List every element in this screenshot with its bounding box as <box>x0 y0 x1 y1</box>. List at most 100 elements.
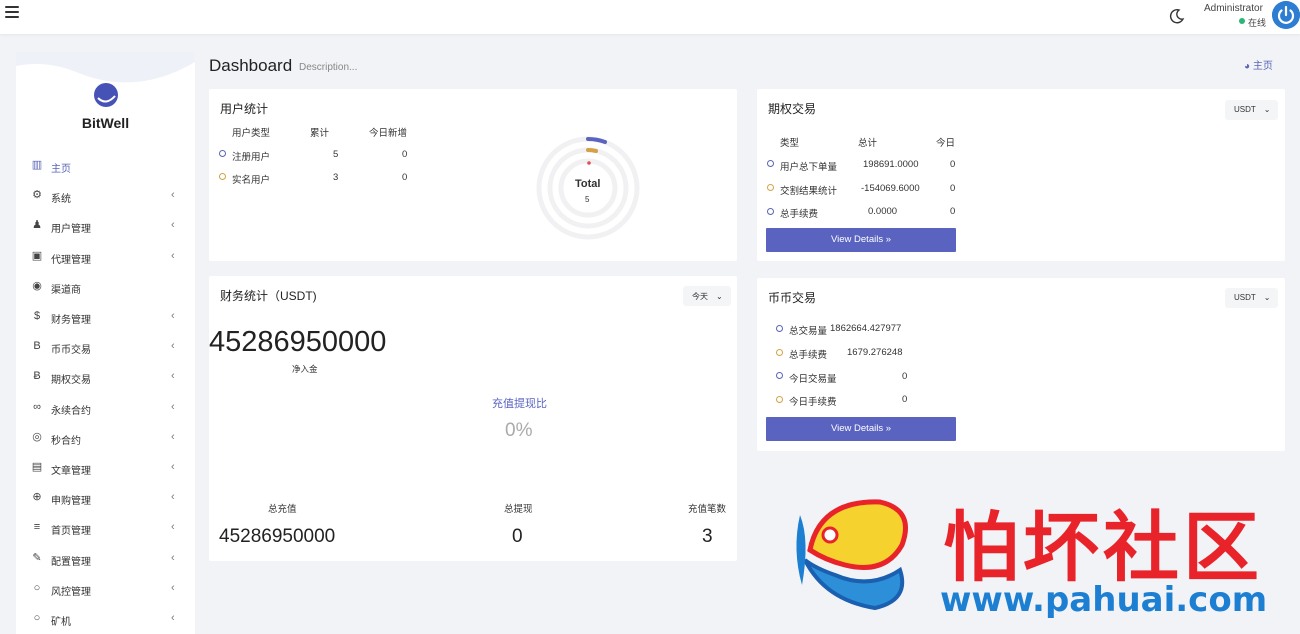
chevron-left-icon: ‹ <box>171 430 175 443</box>
user-tie-icon: ♟ <box>32 219 42 232</box>
legend-ring-icon <box>767 208 774 215</box>
donut-value: 5 <box>585 195 590 204</box>
chevron-left-icon: ‹ <box>171 491 175 504</box>
chevron-left-icon: ‹ <box>171 310 175 322</box>
currency-select[interactable]: USDT ⌄ <box>1225 100 1279 120</box>
life-ring-icon: ⊕ <box>32 491 42 504</box>
period-value: 今天 <box>692 292 708 301</box>
column-header: 今日 <box>936 138 956 149</box>
sidebar-item-label: 风控管理 <box>51 586 91 598</box>
option-type-label: 总手续费 <box>780 209 819 220</box>
online-status-dot <box>1239 18 1245 24</box>
watermark-fish-logo <box>796 499 908 611</box>
finance-title: 财务统计（USDT) <box>220 289 317 303</box>
view-details-button[interactable]: View Details » <box>766 228 956 252</box>
sidebar-item[interactable]: ▥ 主页 <box>16 152 195 180</box>
column-header: 用户类型 <box>232 128 271 139</box>
sidebar-item[interactable]: $ 财务管理 ‹ <box>16 303 195 331</box>
bitcoin-icon: B <box>33 340 41 353</box>
chevron-down-icon: ⌄ <box>1263 105 1271 114</box>
currency-select[interactable]: USDT ⌄ <box>1225 288 1279 308</box>
sidebar-item[interactable]: ∞ 永续合约 ‹ <box>16 394 195 422</box>
admin-name[interactable]: Administrator <box>1204 3 1263 14</box>
list-icon: ≡ <box>33 521 41 534</box>
chevron-left-icon: ‹ <box>171 189 175 202</box>
chevron-left-icon: ‹ <box>171 551 175 564</box>
sidebar-item[interactable]: ◉ 渠道商 <box>16 273 195 301</box>
sidebar-item[interactable]: ○ 矿机 ‹ <box>16 605 195 633</box>
top-bar: Administrator 在线 <box>0 0 1300 34</box>
option-total-value: -154069.6000 <box>861 183 920 194</box>
gear-icon: ⚙ <box>32 189 42 202</box>
user-total-value: 3 <box>333 172 339 183</box>
total-label: 总充值 <box>268 504 297 515</box>
total-label: 充值笔数 <box>688 504 727 515</box>
dollar-icon: $ <box>33 310 41 322</box>
net-inflow-label: 净入金 <box>292 364 318 374</box>
sidebar-item[interactable]: ♟ 用户管理 ‹ <box>16 212 195 240</box>
dark-mode-moon-icon[interactable] <box>1168 7 1186 25</box>
chevron-down-icon: ⌄ <box>1263 293 1271 302</box>
coin-stat-value: 1679.276248 <box>847 347 903 358</box>
chevron-left-icon: ‹ <box>171 370 175 383</box>
coin-trade-card: 币币交易 USDT ⌄ 总交易量 1862664.427977 总手续费 1679… <box>757 278 1285 451</box>
period-select[interactable]: 今天 ⌄ <box>683 286 731 306</box>
page-title: Dashboard <box>209 56 293 75</box>
user-type-label: 实名用户 <box>232 175 271 186</box>
dashboard-icon: ◕ <box>1244 61 1251 72</box>
coin-stat-label: 今日交易量 <box>789 374 837 385</box>
sidebar-item-label: 首页管理 <box>51 526 91 538</box>
chevron-left-icon: ‹ <box>171 461 175 473</box>
option-type-label: 交割结果统计 <box>780 186 838 197</box>
legend-ring-icon <box>767 160 774 167</box>
sidebar-item-label: 财务管理 <box>51 315 91 326</box>
chevron-down-icon: ⌄ <box>716 292 723 301</box>
bitcoin-circle-icon: Ƀ <box>33 370 41 383</box>
coin-stat-value: 0 <box>902 394 908 405</box>
chevron-left-icon: ‹ <box>171 249 175 262</box>
view-details-button[interactable]: View Details » <box>766 417 956 441</box>
sidebar-item[interactable]: ○ 风控管理 ‹ <box>16 575 195 603</box>
sidebar-item[interactable]: ▣ 代理管理 ‹ <box>16 243 195 271</box>
breadcrumb-label: 主页 <box>1252 61 1273 72</box>
sidebar-item[interactable]: ⊕ 申购管理 ‹ <box>16 484 195 512</box>
sidebar-item-label: 币币交易 <box>51 345 91 357</box>
user-circle-icon: ◉ <box>32 279 42 292</box>
total-label: 总提现 <box>504 504 533 515</box>
sidebar-item-label: 配置管理 <box>51 556 91 568</box>
ratio-label: 充值提现比 <box>492 398 547 410</box>
power-avatar-icon[interactable] <box>1272 1 1300 29</box>
option-trade-title: 期权交易 <box>768 102 817 116</box>
sidebar-item-label: 用户管理 <box>51 224 91 236</box>
legend-ring-icon <box>776 325 783 332</box>
option-trade-card: 期权交易 USDT ⌄ 类型 总计 今日 用户总下单量 198691.0000 0… <box>757 89 1285 261</box>
legend-ring-icon <box>767 184 774 191</box>
sidebar-item[interactable]: B 币币交易 ‹ <box>16 333 195 361</box>
coin-stat-label: 总手续费 <box>789 350 828 361</box>
logo-text: BitWell <box>81 115 130 131</box>
chevron-left-icon: ‹ <box>171 612 175 624</box>
currency-value: USDT <box>1234 293 1256 302</box>
sidebar-item[interactable]: Ƀ 期权交易 ‹ <box>16 363 195 391</box>
sidebar-item-label: 永续合约 <box>51 405 91 417</box>
bar-chart-icon: ▥ <box>31 159 43 171</box>
coin-stat-value: 0 <box>902 371 908 382</box>
breadcrumb-home[interactable]: ◕ 主页 <box>1244 57 1273 72</box>
sidebar-item[interactable]: ≡ 首页管理 ‹ <box>16 514 195 542</box>
sidebar-item[interactable]: ▤ 文章管理 ‹ <box>16 454 195 482</box>
coin-stat-label: 总交易量 <box>789 326 828 337</box>
option-total-value: 198691.0000 <box>863 159 919 170</box>
column-header: 总计 <box>858 138 878 149</box>
sidebar-item-label: 系统 <box>51 194 71 206</box>
sidebar-item-label: 期权交易 <box>51 375 91 387</box>
sidebar-item[interactable]: ⚙ 系统 ‹ <box>16 182 195 210</box>
sidebar-item-label: 主页 <box>51 164 71 175</box>
user-stats-card: 用户统计 用户类型 累计 今日新增 注册用户 5 0 实名用户 3 0 Tota… <box>209 89 737 261</box>
chevron-left-icon: ‹ <box>171 340 175 353</box>
hamburger-menu-icon[interactable] <box>5 6 19 20</box>
legend-ring-icon <box>776 349 783 356</box>
sidebar: BitWell ▥ 主页 ⚙ 系统 ‹ ♟ 用户管理 ‹ ▣ 代理管理 ‹ ◉ 渠道商 $ 财务管理 ‹ B 币币… <box>16 52 195 634</box>
finance-card: 财务统计（USDT) 今天 ⌄ 45286950000 净入金 充值提现比 0% … <box>209 276 737 561</box>
sidebar-item[interactable]: ✎ 配置管理 ‹ <box>16 545 195 573</box>
sidebar-item[interactable]: ◎ 秒合约 ‹ <box>16 424 195 452</box>
